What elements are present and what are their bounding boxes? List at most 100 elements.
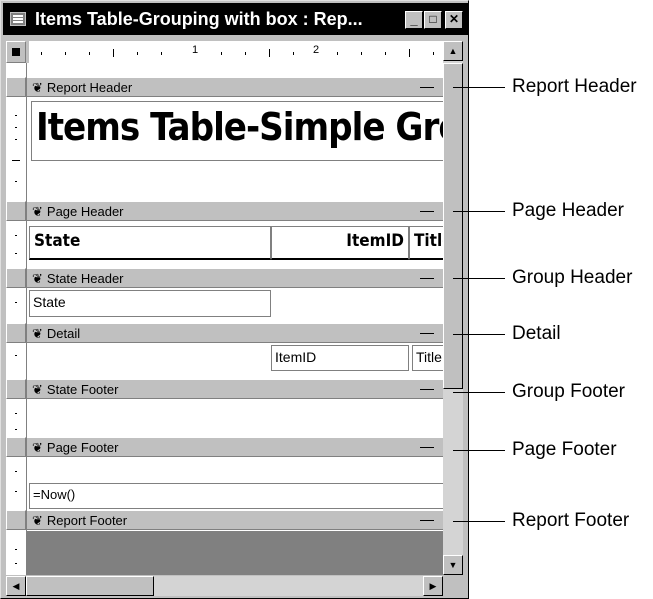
- state-textbox[interactable]: State: [29, 290, 271, 317]
- callout-group-footer: Group Footer: [512, 381, 625, 402]
- scroll-right-icon[interactable]: ▶: [423, 576, 443, 596]
- ruler-tick: [15, 355, 17, 356]
- ruler-tick: [221, 52, 222, 55]
- empty-design-area: [27, 531, 444, 575]
- horizontal-scrollbar[interactable]: ◀ ▶: [6, 576, 443, 596]
- callout-report-footer: Report Footer: [512, 510, 630, 531]
- ruler-tick: [15, 549, 17, 550]
- section-selector[interactable]: [6, 268, 26, 288]
- section-selector[interactable]: [6, 379, 26, 399]
- horizontal-scroll-thumb[interactable]: [26, 576, 154, 596]
- ruler-tick: [409, 49, 410, 57]
- section-selector[interactable]: [6, 77, 26, 97]
- state-footer-section-bar[interactable]: State Footer: [27, 379, 444, 399]
- report-footer-section-bar[interactable]: Report Footer: [27, 510, 444, 530]
- ruler-tick: [15, 491, 17, 492]
- ruler-tick: [15, 253, 17, 254]
- now-textbox[interactable]: =Now(): [29, 483, 444, 509]
- maximize-button[interactable]: □: [424, 11, 442, 29]
- callout-detail: Detail: [512, 323, 561, 344]
- ruler-tick: [245, 52, 246, 55]
- ruler-mark: 2: [313, 44, 320, 56]
- callout-line: [453, 334, 505, 335]
- callout-report-header: Report Header: [512, 76, 637, 97]
- ruler-tick: [385, 52, 386, 55]
- itemid-textbox[interactable]: ItemID: [271, 345, 409, 371]
- vertical-ruler[interactable]: [6, 63, 26, 575]
- callout-page-header: Page Header: [512, 200, 624, 221]
- scrollbar-corner: [443, 576, 463, 596]
- section-label: Detail: [32, 326, 80, 342]
- title-column-label[interactable]: Title: [409, 226, 444, 260]
- section-label: State Header: [32, 271, 124, 287]
- section-line: [420, 447, 434, 448]
- itemid-column-label[interactable]: ItemID: [271, 226, 409, 260]
- state-header-section-bar[interactable]: State Header: [27, 268, 444, 288]
- ruler-tick: [161, 52, 162, 55]
- state-column-label[interactable]: State: [29, 226, 271, 260]
- report-header-section-bar[interactable]: Report Header: [27, 77, 444, 97]
- ruler-tick: [15, 115, 17, 116]
- page-footer-section-bar[interactable]: Page Footer: [27, 437, 444, 457]
- report-design-window: Items Table-Grouping with box : Rep... _…: [0, 0, 469, 599]
- report-selector[interactable]: [6, 41, 26, 63]
- minimize-button[interactable]: _: [405, 11, 423, 29]
- section-label: State Footer: [32, 382, 119, 398]
- scroll-left-icon[interactable]: ◀: [6, 576, 26, 596]
- ruler-tick: [41, 52, 42, 55]
- ruler-mark: 1: [192, 44, 199, 56]
- ruler-tick: [15, 139, 17, 140]
- ruler-tick: [15, 235, 17, 236]
- section-line: [420, 211, 434, 212]
- section-selector[interactable]: [6, 510, 26, 530]
- ruler-tick: [15, 471, 17, 472]
- scroll-down-icon[interactable]: ▼: [443, 555, 463, 575]
- ruler-tick: [65, 52, 66, 55]
- section-label: Page Header: [32, 204, 124, 220]
- ruler-tick: [15, 563, 17, 564]
- section-line: [420, 389, 434, 390]
- section-line: [420, 87, 434, 88]
- ruler-tick: [12, 160, 20, 161]
- section-line: [420, 520, 434, 521]
- section-selector[interactable]: [6, 323, 26, 343]
- detail-section-bar[interactable]: Detail: [27, 323, 444, 343]
- callout-line: [453, 211, 505, 212]
- callout-line: [453, 521, 505, 522]
- ruler-tick: [433, 52, 434, 55]
- section-selector[interactable]: [6, 437, 26, 457]
- report-title-label[interactable]: Items Table-Simple Group: [31, 101, 444, 161]
- callout-line: [453, 87, 505, 88]
- callout-group-header: Group Header: [512, 267, 633, 288]
- report-icon[interactable]: [10, 12, 26, 26]
- section-label: Report Header: [32, 80, 132, 96]
- ruler-tick: [15, 429, 17, 430]
- ruler-tick: [15, 181, 17, 182]
- ruler-tick: [361, 52, 362, 55]
- callout-line: [453, 392, 505, 393]
- scroll-up-icon[interactable]: ▲: [443, 41, 463, 61]
- ruler-tick: [337, 52, 338, 55]
- section-line: [420, 333, 434, 334]
- vertical-scroll-thumb[interactable]: [443, 63, 463, 389]
- ruler-tick: [15, 413, 17, 414]
- title-textbox[interactable]: Title: [412, 345, 444, 371]
- report-design-surface[interactable]: Report Header Items Table-Simple Group P…: [26, 63, 444, 575]
- ruler-tick: [113, 49, 114, 57]
- ruler-tick: [89, 52, 90, 55]
- close-button[interactable]: ✕: [445, 11, 463, 29]
- section-label: Report Footer: [32, 513, 127, 529]
- ruler-tick: [293, 52, 294, 55]
- ruler-tick: [269, 49, 270, 57]
- title-bar[interactable]: Items Table-Grouping with box : Rep... _…: [3, 3, 468, 35]
- page-header-section-bar[interactable]: Page Header: [27, 201, 444, 221]
- ruler-tick: [15, 302, 17, 303]
- horizontal-ruler[interactable]: 1 2: [29, 41, 443, 64]
- ruler-tick: [137, 52, 138, 55]
- window-title: Items Table-Grouping with box : Rep...: [35, 9, 363, 29]
- callout-line: [453, 450, 505, 451]
- callout-line: [453, 278, 505, 279]
- vertical-scrollbar[interactable]: ▲ ▼: [443, 41, 463, 575]
- section-selector[interactable]: [6, 201, 26, 221]
- ruler-tick: [15, 127, 17, 128]
